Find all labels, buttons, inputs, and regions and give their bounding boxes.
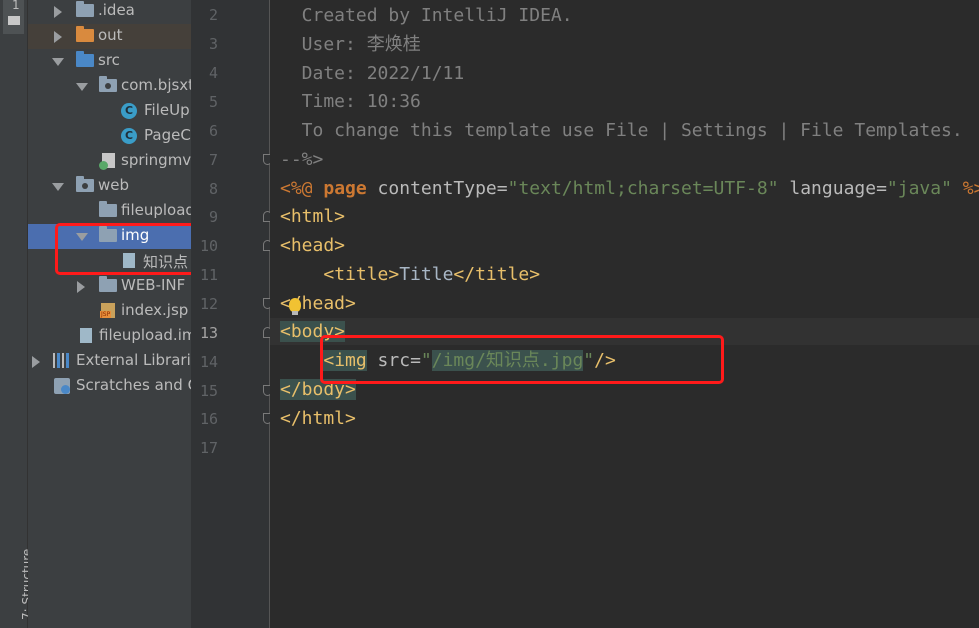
expand-arrow-icon[interactable] <box>77 281 85 293</box>
tool-window-strip: 1 7: Structure <box>0 0 34 628</box>
collapse-arrow-icon[interactable] <box>76 83 88 91</box>
title-open-tag: <title> <box>323 264 400 285</box>
tree-item-external-libraries[interactable]: External Librarie <box>28 349 191 374</box>
line-number: 17 <box>199 439 218 457</box>
jsp-file-icon <box>100 303 115 318</box>
code-line-16: </html> <box>280 405 356 432</box>
code-highlight-box <box>320 335 724 384</box>
html-close-tag: </html> <box>280 408 356 429</box>
tree-item-label: src <box>98 51 120 69</box>
code-line-2: Created by IntelliJ IDEA. <box>280 5 573 26</box>
collapse-arrow-icon[interactable] <box>52 183 64 191</box>
line-number: 15 <box>199 382 218 400</box>
tree-item-label: .idea <box>98 1 135 19</box>
code-line-10: <head> <box>280 232 345 259</box>
iml-file-icon <box>80 328 92 343</box>
tree-item-label: com.bjsxt <box>121 76 191 94</box>
line-number: 2 <box>208 6 218 24</box>
attr-content-type: contentType= <box>366 178 508 199</box>
folder-icon <box>76 1 94 17</box>
line-number: 8 <box>208 180 218 198</box>
line-number: 10 <box>199 237 218 255</box>
line-number: 6 <box>208 122 218 140</box>
expand-arrow-icon[interactable] <box>54 31 62 43</box>
folder-icon <box>99 201 117 217</box>
project-folder-icon <box>8 16 20 25</box>
tree-item-iml[interactable]: fileupload.im <box>28 324 191 349</box>
library-icon <box>53 353 71 368</box>
current-line-number: 13 <box>199 324 218 342</box>
expand-arrow-icon[interactable] <box>54 6 62 18</box>
xml-config-icon <box>99 153 115 170</box>
tree-item-idea[interactable]: .idea <box>28 0 191 24</box>
tree-item-src[interactable]: src <box>28 49 191 74</box>
tree-item-index-jsp[interactable]: index.jsp <box>28 299 191 324</box>
tree-item-label: fileupload <box>121 201 191 219</box>
tree-item-label: Scratches and C <box>76 376 191 394</box>
tree-item-label: web <box>98 176 130 194</box>
attr-value: "text/html;charset=UTF-8" <box>507 178 779 199</box>
tree-item-pagec-class[interactable]: C PageC <box>28 124 191 149</box>
tree-item-fileupload-folder[interactable]: fileupload <box>28 199 191 224</box>
line-number: 9 <box>208 208 218 226</box>
tree-item-label: fileupload.im <box>99 326 191 344</box>
tree-item-scratches[interactable]: Scratches and C <box>28 374 191 399</box>
tree-item-springmvc-xml[interactable]: springmv <box>28 149 191 174</box>
title-text: Title <box>399 264 454 285</box>
tree-item-label: External Librarie <box>76 351 191 369</box>
tree-item-package[interactable]: com.bjsxt <box>28 74 191 99</box>
project-tab-number: 1 <box>12 0 20 12</box>
package-icon <box>99 76 117 92</box>
line-number: 3 <box>208 35 218 53</box>
tree-item-label: springmv <box>121 151 191 169</box>
tree-item-label: out <box>98 26 123 44</box>
line-number: 11 <box>199 266 218 284</box>
attr-language: language= <box>778 178 887 199</box>
class-icon: C <box>121 128 137 144</box>
tree-item-web-inf[interactable]: WEB-INF <box>28 274 191 299</box>
title-close-tag: </title> <box>453 264 541 285</box>
code-line-8: <%@ page contentType="text/html;charset=… <box>280 175 979 202</box>
folder-blue-icon <box>76 51 94 67</box>
expand-arrow-icon[interactable] <box>32 356 40 368</box>
tree-item-out[interactable]: out <box>28 24 191 49</box>
web-folder-icon <box>76 176 94 192</box>
project-tool-tab[interactable]: 1 <box>3 0 24 34</box>
folder-orange-icon <box>76 26 94 42</box>
code-line-9: <html> <box>280 203 345 230</box>
attr-value: "java" <box>886 178 952 199</box>
line-number: 14 <box>199 353 218 371</box>
lightbulb-icon[interactable] <box>289 298 301 315</box>
tree-item-label: PageC <box>144 126 191 144</box>
line-number: 12 <box>199 295 218 313</box>
code-line-4: Date: 2022/1/11 <box>280 63 465 84</box>
line-number: 4 <box>208 64 218 82</box>
tree-item-label: index.jsp <box>121 301 189 319</box>
line-number: 7 <box>208 151 218 169</box>
directive-open: <%@ <box>280 178 324 199</box>
tree-item-label: WEB-INF <box>121 276 186 294</box>
code-line-6: To change this template use File | Setti… <box>280 120 963 141</box>
collapse-arrow-icon[interactable] <box>52 58 64 66</box>
code-editor[interactable]: Created by IntelliJ IDEA. User: 李焕桂 Date… <box>270 0 979 628</box>
class-icon: C <box>121 103 137 119</box>
scratches-icon <box>54 378 70 394</box>
code-line-11: <title>Title</title> <box>280 261 540 288</box>
code-line-3: User: 李焕桂 <box>280 34 421 55</box>
tree-item-web[interactable]: web <box>28 174 191 199</box>
html-open-tag: <html> <box>280 206 346 227</box>
project-tree[interactable]: .idea out src com.bjsxt C FileUp C PageC… <box>28 0 191 628</box>
directive-keyword: page <box>323 178 367 199</box>
folder-icon <box>99 276 117 292</box>
line-number: 16 <box>199 410 218 428</box>
line-number: 5 <box>208 93 218 111</box>
code-line-5: Time: 10:36 <box>280 91 421 112</box>
directive-close: %> <box>962 178 979 199</box>
head-open-tag: <head> <box>280 235 346 256</box>
code-line-7: --%> <box>280 149 324 170</box>
tree-item-label: FileUp <box>144 101 190 119</box>
tree-item-fileup-class[interactable]: C FileUp <box>28 99 191 124</box>
line-number-gutter: 2 3 4 5 6 7 8 9 10 11 12 13 14 15 16 17 <box>191 0 272 628</box>
